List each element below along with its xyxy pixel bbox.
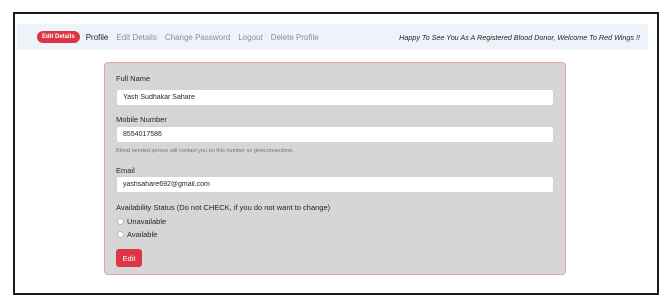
option-unavailable[interactable]: Unavailable [117,217,166,226]
option-available[interactable]: Available [117,230,157,239]
welcome-message: Happy To See You As A Registered Blood D… [399,32,640,42]
full-name-field[interactable] [116,89,554,106]
option-available-label: Available [127,230,158,239]
email-field[interactable] [116,176,554,193]
mobile-number-field[interactable] [116,126,554,143]
radio-unavailable[interactable] [117,218,124,225]
edit-profile-form: Full Name Mobile Number Blood needed per… [104,62,566,275]
radio-available[interactable] [117,231,124,238]
full-name-label: Full Name [116,74,151,83]
nav-link-change-password[interactable]: Change Password [165,33,230,42]
edit-button[interactable]: Edit [116,249,142,267]
nav-link-edit-details[interactable]: Edit Details [116,33,156,42]
email-label: Email [116,166,135,175]
nav-link-profile[interactable]: Profile [86,33,109,42]
edit-details-badge: Edit Details [37,31,80,43]
option-unavailable-label: Unavailable [127,217,167,226]
availability-label: Availability Status (Do not CHECK, if yo… [116,203,331,212]
nav-link-logout[interactable]: Logout [238,33,262,42]
mobile-number-label: Mobile Number [116,115,167,124]
top-navbar: Edit Details Profile Edit Details Change… [17,24,648,50]
mobile-help-text: Blood needed person will contact you on … [116,148,294,154]
nav-link-delete-profile[interactable]: Delete Profile [271,33,319,42]
